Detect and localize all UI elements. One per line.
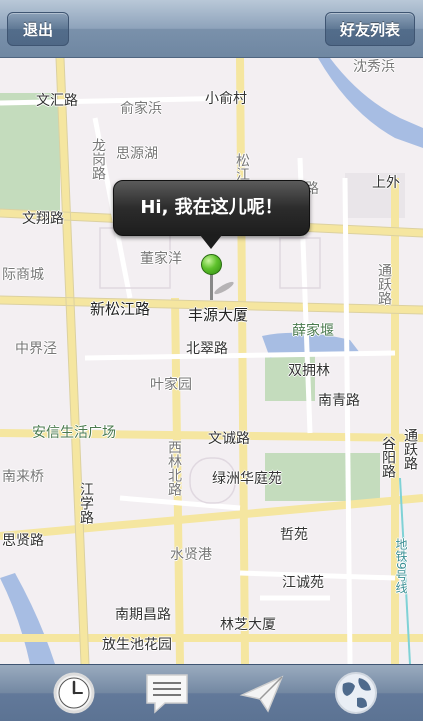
map-view[interactable]: 文汇路 俞家浜 小俞村 沈秀浜 龙岗路 思源湖 松江路 文贤路 上外 文翔路 董…	[0, 58, 423, 664]
tab-clock[interactable]	[44, 669, 104, 717]
map-label: 哲苑	[280, 527, 308, 543]
callout-tail	[200, 235, 222, 249]
map-label: 上外	[372, 175, 400, 191]
tab-bar	[0, 664, 423, 721]
map-label: 叶家园	[150, 377, 192, 393]
friends-list-button[interactable]: 好友列表	[325, 12, 415, 46]
map-label: 西林北路	[166, 440, 182, 496]
map-label: 江诚苑	[282, 575, 324, 591]
map-label: 龙岗路	[90, 138, 106, 180]
map-label: 董家洋	[140, 251, 182, 267]
map-roads	[0, 58, 423, 664]
map-label: 思源湖	[116, 146, 158, 162]
map-label: 思贤路	[2, 533, 44, 549]
tab-messages[interactable]	[137, 669, 197, 717]
map-label: 绿洲华庭苑	[212, 471, 282, 487]
map-label: 通跃路	[376, 263, 392, 305]
map-label: 文诚路	[208, 431, 250, 447]
tab-send[interactable]	[232, 669, 292, 717]
paper-plane-icon	[239, 675, 284, 713]
location-pin-icon[interactable]	[201, 254, 222, 275]
map-label: 放生池花园	[102, 637, 172, 653]
navigation-bar: 退出 好友列表	[0, 0, 423, 58]
map-label: 通跃路	[402, 428, 418, 470]
map-label: 双拥林	[288, 363, 330, 379]
map-label: 沈秀浜	[353, 59, 395, 75]
map-label: 水贤港	[170, 547, 212, 563]
map-label: 薛家堰	[292, 323, 334, 339]
map-label: 南期昌路	[115, 607, 171, 623]
globe-icon	[335, 672, 377, 714]
map-label: 文翔路	[22, 211, 64, 227]
map-label: 林芝大厦	[220, 617, 276, 633]
map-label: 文汇路	[36, 93, 78, 109]
map-label: 丰源大厦	[188, 306, 249, 324]
message-icon	[146, 674, 188, 714]
clock-icon	[53, 672, 95, 714]
map-label: 南青路	[318, 393, 360, 409]
map-label: 际商城	[2, 267, 44, 283]
map-label: 南来桥	[2, 469, 44, 485]
map-label: 小俞村	[205, 91, 247, 107]
tab-globe[interactable]	[326, 669, 386, 717]
map-label: 新松江路	[90, 300, 151, 318]
map-label: 谷阳路	[380, 436, 396, 478]
map-label: 江学路	[78, 482, 94, 524]
exit-button[interactable]: 退出	[7, 12, 69, 46]
map-label: 北翠路	[186, 341, 228, 357]
map-label: 安信生活广场	[32, 425, 116, 441]
map-label: 地铁9号线	[394, 538, 408, 594]
map-label: 俞家浜	[120, 101, 162, 117]
map-label: 中界泾	[15, 341, 57, 357]
location-callout[interactable]: Hi, 我在这儿呢！	[113, 180, 310, 236]
